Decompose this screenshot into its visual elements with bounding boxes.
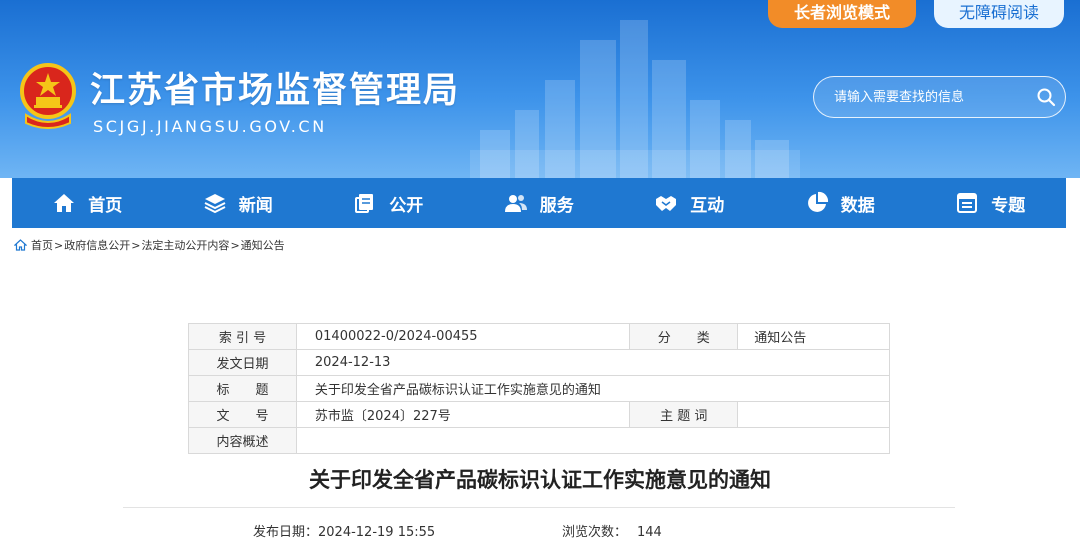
breadcrumb-link-statutory[interactable]: 法定主动公开内容 bbox=[141, 237, 229, 253]
layers-icon bbox=[204, 194, 226, 214]
search-icon[interactable] bbox=[1036, 87, 1056, 107]
table-row: 索 引 号 01400022-0/2024-00455 分 类 通知公告 bbox=[188, 323, 890, 350]
category-label: 分 类 bbox=[629, 323, 739, 350]
nav-item-news[interactable]: 新闻 bbox=[163, 178, 314, 228]
nav-item-home[interactable]: 首页 bbox=[12, 178, 163, 228]
home-icon bbox=[14, 239, 27, 251]
title-value: 关于印发全省产品碳标识认证工作实施意见的通知 bbox=[295, 375, 891, 402]
nav-item-label: 新闻 bbox=[238, 195, 273, 216]
nav-item-label: 首页 bbox=[88, 195, 123, 216]
date-label: 发文日期 bbox=[188, 349, 297, 376]
article-title: 关于印发全省产品碳标识认证工作实施意见的通知 bbox=[309, 468, 771, 492]
nav-item-label: 公开 bbox=[389, 195, 424, 216]
main-nav: 首页 新闻 公开 服务 互动 数据 专题 bbox=[12, 178, 1066, 228]
table-row: 文 号 苏市监〔2024〕227号 主 题 词 bbox=[188, 401, 890, 428]
site-domain: SCJGJ.JIANGSU.GOV.CN bbox=[93, 117, 327, 136]
breadcrumb-link-home[interactable]: 首页 bbox=[31, 237, 53, 253]
elder-mode-button[interactable]: 长者浏览模式 bbox=[768, 0, 916, 28]
search-box bbox=[813, 76, 1066, 118]
site-title: 江苏省市场监督管理局 bbox=[90, 71, 461, 111]
table-row: 内容概述 bbox=[188, 427, 891, 454]
home-icon bbox=[54, 194, 75, 212]
publish-date: 发布日期：2024-12-19 15:55 bbox=[253, 521, 435, 540]
table-row: 标 题 关于印发全省产品碳标识认证工作实施意见的通知 bbox=[188, 375, 891, 402]
doc-number-value: 苏市监〔2024〕227号 bbox=[295, 401, 631, 428]
view-count-value: 144 bbox=[637, 525, 662, 540]
document-stack-icon bbox=[355, 194, 374, 213]
nav-item-label: 互动 bbox=[690, 195, 725, 216]
handshake-icon bbox=[656, 196, 677, 211]
view-count-label: 浏览次数： bbox=[562, 525, 628, 540]
nav-item-open[interactable]: 公开 bbox=[313, 178, 464, 228]
category-value: 通知公告 bbox=[737, 323, 890, 350]
divider bbox=[123, 507, 955, 508]
document-info-table: 索 引 号 01400022-0/2024-00455 分 类 通知公告 发文日… bbox=[188, 323, 891, 454]
nav-item-service[interactable]: 服务 bbox=[464, 178, 615, 228]
skyline-decoration bbox=[470, 20, 800, 178]
subject-value bbox=[737, 401, 890, 428]
date-value: 2024-12-13 bbox=[295, 349, 891, 376]
breadcrumb-separator: > bbox=[54, 238, 64, 252]
view-count: 浏览次数： 144 bbox=[562, 521, 662, 540]
publish-date-value: 2024-12-19 15:55 bbox=[318, 525, 436, 540]
breadcrumb-link-notices[interactable]: 通知公告 bbox=[241, 237, 285, 253]
pie-chart-icon bbox=[807, 191, 828, 212]
nav-item-data[interactable]: 数据 bbox=[765, 178, 916, 228]
window-icon bbox=[957, 193, 978, 213]
national-emblem-icon bbox=[20, 63, 76, 129]
doc-number-label: 文 号 bbox=[188, 401, 297, 428]
index-label: 索 引 号 bbox=[188, 323, 297, 350]
accessibility-button[interactable]: 无障碍阅读 bbox=[934, 0, 1064, 28]
summary-label: 内容概述 bbox=[188, 427, 297, 454]
search-input[interactable] bbox=[834, 87, 1024, 107]
site-header: 江苏省市场监督管理局 SCJGJ.JIANGSU.GOV.CN 长者浏览模式 无… bbox=[0, 0, 1080, 178]
nav-item-interaction[interactable]: 互动 bbox=[614, 178, 765, 228]
breadcrumb-separator: > bbox=[230, 238, 240, 252]
users-icon bbox=[504, 195, 527, 212]
nav-item-label: 专题 bbox=[991, 195, 1026, 216]
nav-item-label: 数据 bbox=[840, 195, 875, 216]
nav-item-label: 服务 bbox=[539, 195, 574, 216]
summary-value bbox=[295, 427, 891, 454]
breadcrumb-separator: > bbox=[131, 238, 141, 252]
breadcrumb-link-gov-info[interactable]: 政府信息公开 bbox=[64, 237, 130, 253]
index-value: 01400022-0/2024-00455 bbox=[295, 323, 631, 350]
title-label: 标 题 bbox=[188, 375, 297, 402]
publish-date-label: 发布日期： bbox=[253, 525, 319, 540]
table-row: 发文日期 2024-12-13 bbox=[188, 349, 891, 376]
subject-label: 主 题 词 bbox=[629, 401, 739, 428]
breadcrumb: 首页 > 政府信息公开 > 法定主动公开内容 > 通知公告 bbox=[14, 237, 285, 253]
nav-item-topics[interactable]: 专题 bbox=[915, 178, 1066, 228]
